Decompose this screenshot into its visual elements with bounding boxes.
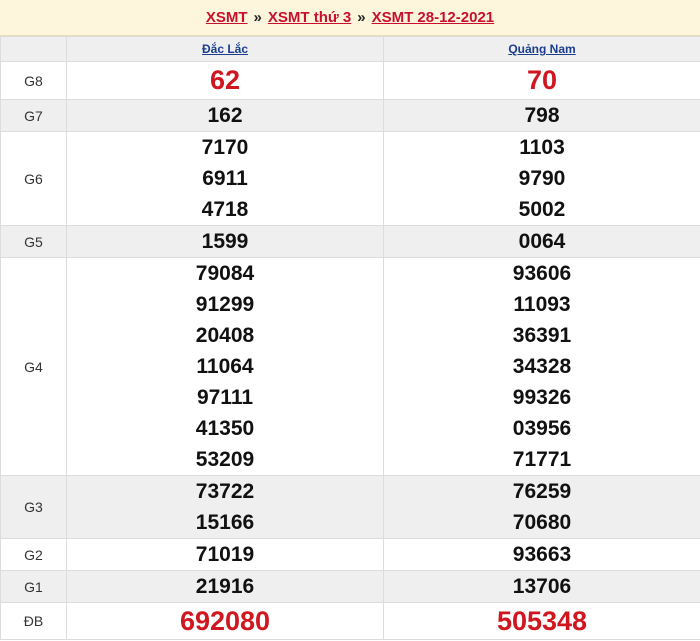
province-link-quang-nam[interactable]: Quảng Nam [508, 42, 575, 56]
prize-row-g4: G4 79084 91299 20408 11064 97111 41350 53209 936… [0, 257, 700, 476]
result-number: 93663 [512, 543, 572, 566]
prize-row-g3: G3 73722 15166 76259 70680 [0, 475, 700, 539]
result-number: 162 [207, 104, 243, 127]
dak-lak-results: 71019 [66, 538, 384, 571]
breadcrumb-link-xsmt-thu-3[interactable]: XSMT thứ 3 [268, 9, 351, 26]
dak-lak-results: 21916 [66, 570, 384, 603]
province-link-dak-lak[interactable]: Đắc Lắc [202, 42, 248, 56]
quang-nam-results: 93663 [383, 538, 700, 571]
dak-lak-results: 7170 6911 4718 [66, 131, 384, 226]
prize-label: G2 [0, 538, 67, 571]
prize-rows: G8 62 70 G7 162 798 G6 7170 6911 4718 1103 9790 5002… [0, 61, 700, 640]
quang-nam-results: 93606 11093 36391 34328 99326 03956 71771 [383, 257, 700, 476]
prize-row-g6: G6 7170 6911 4718 1103 9790 5002 [0, 131, 700, 226]
prize-label: G6 [0, 131, 67, 226]
result-number: 03956 [512, 417, 572, 440]
result-number: 99326 [512, 386, 572, 409]
result-number: 21916 [195, 575, 255, 598]
quang-nam-results: 13706 [383, 570, 700, 603]
results-table: Đắc Lắc Quảng Nam G8 62 70 G7 162 798 G6 7170 69… [0, 36, 700, 640]
prize-label: G4 [0, 257, 67, 476]
prize-label: G7 [0, 99, 67, 132]
quang-nam-results: 1103 9790 5002 [383, 131, 700, 226]
breadcrumb-link-xsmt-date[interactable]: XSMT 28-12-2021 [372, 9, 495, 26]
result-number: 6911 [202, 167, 248, 190]
result-number: 20408 [195, 324, 255, 347]
breadcrumb-separator: » [253, 9, 262, 26]
province-header-quang-nam: Quảng Nam [383, 36, 700, 62]
result-number: 11093 [513, 293, 571, 316]
prize-row-đb: ĐB 692080 505348 [0, 602, 700, 640]
province-header-row: Đắc Lắc Quảng Nam [0, 36, 700, 62]
breadcrumb: XSMT » XSMT thứ 3 » XSMT 28-12-2021 [0, 0, 700, 36]
result-number: 91299 [195, 293, 255, 316]
result-number: 1103 [519, 136, 565, 159]
quang-nam-results: 70 [383, 61, 700, 100]
prize-row-g8: G8 62 70 [0, 61, 700, 100]
quang-nam-results: 76259 70680 [383, 475, 700, 539]
result-number: 7170 [201, 136, 249, 159]
result-number: 9790 [518, 167, 566, 190]
prize-row-g5: G5 1599 0064 [0, 225, 700, 258]
result-number: 1599 [201, 230, 249, 253]
breadcrumb-link-xsmt[interactable]: XSMT [206, 9, 248, 26]
dak-lak-results: 73722 15166 [66, 475, 384, 539]
result-number: 692080 [179, 606, 271, 636]
result-number: 79084 [195, 262, 255, 285]
result-number: 36391 [512, 324, 572, 347]
result-number: 70680 [512, 511, 572, 534]
breadcrumb-separator: » [357, 9, 366, 26]
prize-label: ĐB [0, 602, 67, 640]
result-number: 0064 [518, 230, 566, 253]
header-empty-cell [0, 36, 67, 62]
result-number: 76259 [512, 480, 572, 503]
result-number: 5002 [518, 198, 566, 221]
result-number: 71771 [512, 448, 572, 471]
result-number: 15166 [195, 511, 255, 534]
result-number: 73722 [195, 480, 255, 503]
result-number: 41350 [195, 417, 255, 440]
result-number: 97111 [196, 386, 254, 409]
prize-label: G3 [0, 475, 67, 539]
quang-nam-results: 798 [383, 99, 700, 132]
result-number: 505348 [496, 606, 588, 636]
result-number: 71019 [195, 543, 255, 566]
prize-row-g2: G2 71019 93663 [0, 538, 700, 571]
quang-nam-results: 505348 [383, 602, 700, 640]
result-number: 11064 [196, 355, 254, 378]
dak-lak-results: 692080 [66, 602, 384, 640]
result-number: 798 [524, 104, 560, 127]
province-header-dak-lak: Đắc Lắc [66, 36, 384, 62]
prize-label: G1 [0, 570, 67, 603]
result-number: 13706 [512, 575, 572, 598]
quang-nam-results: 0064 [383, 225, 700, 258]
dak-lak-results: 162 [66, 99, 384, 132]
result-number: 34328 [512, 355, 572, 378]
dak-lak-results: 62 [66, 61, 384, 100]
result-number: 53209 [195, 448, 255, 471]
result-number: 62 [209, 65, 241, 95]
result-number: 93606 [512, 262, 572, 285]
prize-label: G8 [0, 61, 67, 100]
result-number: 70 [526, 65, 558, 95]
prize-row-g7: G7 162 798 [0, 99, 700, 132]
result-number: 4718 [201, 198, 249, 221]
dak-lak-results: 79084 91299 20408 11064 97111 41350 53209 [66, 257, 384, 476]
dak-lak-results: 1599 [66, 225, 384, 258]
prize-row-g1: G1 21916 13706 [0, 570, 700, 603]
prize-label: G5 [0, 225, 67, 258]
